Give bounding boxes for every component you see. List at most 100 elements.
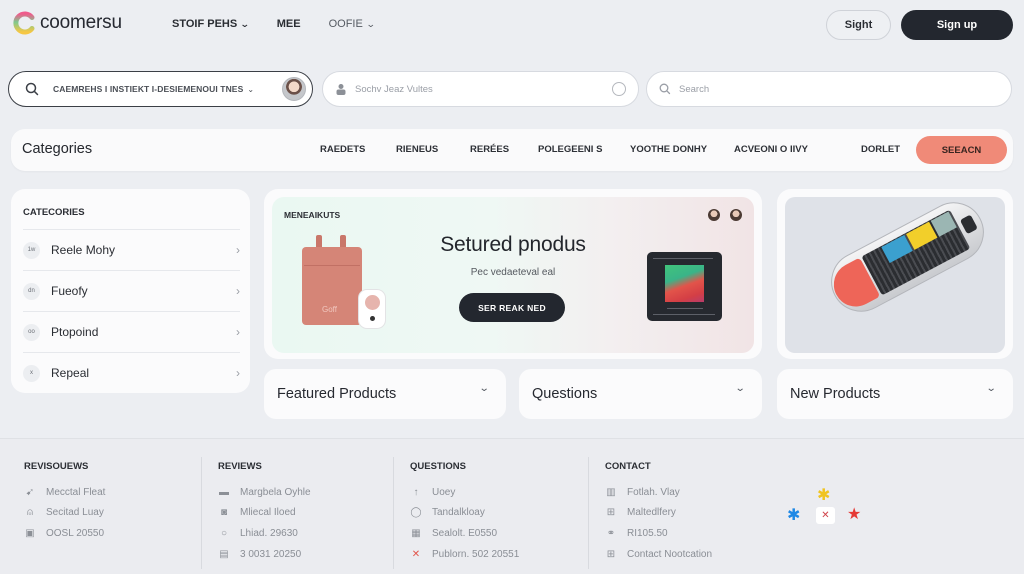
sidebar-item-label: Reele Mohy — [51, 243, 116, 257]
search-icon — [25, 82, 39, 96]
gadget-product-image[interactable] — [358, 289, 386, 329]
footer-link[interactable]: ▥ Fotlah. Vlay — [605, 487, 680, 498]
screen-line — [653, 258, 713, 259]
category-bar-title: Categories — [22, 141, 93, 157]
footer-link[interactable]: ➹ Mecctal Fleat — [24, 487, 106, 498]
sidebar-item[interactable]: dn Fueofy › — [23, 270, 240, 311]
grid-icon: ⊞ — [606, 549, 616, 560]
user-avatar[interactable] — [282, 77, 306, 101]
sight-button[interactable]: Sight — [826, 10, 891, 40]
hero-banner: MENEAIKUTS Goff Setured pnodus Pec vedae… — [272, 197, 754, 353]
category-link[interactable]: DORLET — [861, 144, 900, 155]
category-link[interactable]: POLEGEENI S — [538, 144, 602, 155]
product-card[interactable] — [777, 189, 1013, 359]
avatar[interactable] — [708, 209, 720, 221]
sign-up-button[interactable]: Sign up — [901, 10, 1013, 40]
footer-link[interactable]: ▤ 3 0031 20250 — [218, 549, 301, 560]
search-button[interactable]: SEEACN — [916, 136, 1007, 164]
hero-avatars — [708, 209, 742, 221]
footer-link-label: Fotlah. Vlay — [627, 487, 680, 498]
brand-logo[interactable]: coomersu — [13, 11, 122, 35]
yellow-star-icon[interactable]: ✱ — [817, 485, 830, 505]
footer-link[interactable]: ↑ Uoey — [410, 487, 456, 498]
footer: REVISOUEWS ➹ Mecctal Fleat ⍝ Secitad Lua… — [0, 438, 1024, 574]
nav-link-3[interactable]: OOFIE ⌄ — [328, 18, 376, 30]
screen-plot — [665, 265, 704, 302]
footer-link[interactable]: ⍝ Secitad Luay — [24, 507, 104, 518]
primary-search-value: CAEMREHS I INSTIEKT I-DESIEMENOUI TNES — [53, 84, 244, 94]
chevron-right-icon: › — [236, 325, 240, 339]
user-icon — [336, 84, 346, 95]
red-star-icon[interactable]: ★ — [847, 504, 861, 524]
card-icon: ▣ — [25, 528, 35, 539]
footer-link[interactable]: ▬ Margbela Oyhle — [218, 487, 311, 498]
bulb-icon: ○ — [220, 528, 228, 539]
category-link[interactable]: ACVEONI O IIVY — [734, 144, 808, 155]
avatar[interactable] — [730, 209, 742, 221]
footer-link[interactable]: ✕ Publorn. 502 20551 — [410, 549, 520, 560]
search-input[interactable]: Search — [646, 71, 1012, 107]
footer-link[interactable]: ◙ Mliecal Iloed — [218, 507, 296, 518]
device-illustration — [820, 197, 995, 323]
categories-sidebar: CATECORIES 1w Reele Mohy › dn Fueofy › o… — [11, 189, 250, 393]
footer-link-label: Maltedlfery — [627, 507, 676, 518]
footer-link[interactable]: ⊞ Contact Nootcation — [605, 549, 712, 560]
close-icon[interactable]: ✕ — [816, 507, 835, 524]
chevron-right-icon: › — [236, 366, 240, 380]
category-link[interactable]: YOOTHE DONHY — [630, 144, 707, 155]
nav-link-label: OOFIE — [328, 18, 363, 30]
new-products-dropdown[interactable]: New Products ⌄ — [777, 369, 1013, 419]
chevron-down-icon: ⌄ — [734, 383, 746, 394]
thumb-icon: ➹ — [25, 487, 35, 498]
nav-link-1[interactable]: STOIF PEHS ⌄ — [172, 18, 250, 30]
category-icon: oo — [23, 323, 40, 341]
chat-icon[interactable] — [612, 82, 626, 96]
chevron-down-icon: ⌄ — [365, 18, 376, 29]
category-link[interactable]: RERÉES — [470, 144, 509, 155]
primary-search-field[interactable]: CAEMREHS I INSTIEKT I-DESIEMENOUI TNES ⌄ — [8, 71, 313, 107]
footer-link[interactable]: ◯ Tandalkloay — [410, 507, 484, 518]
blue-star-icon[interactable]: ✱ — [787, 505, 800, 525]
sidebar-item[interactable]: oo Ptopoind › — [23, 311, 240, 352]
footer-link-label: Uoey — [432, 487, 456, 498]
chevron-right-icon: › — [236, 284, 240, 298]
person-icon: ⍝ — [27, 507, 33, 518]
chevron-down-icon[interactable]: ⌄ — [247, 85, 254, 94]
sidebar-item[interactable]: x Repeal › — [23, 352, 240, 393]
questions-dropdown[interactable]: Questions ⌄ — [519, 369, 762, 419]
footer-link[interactable]: ⚭ RI105.50 — [605, 528, 668, 539]
hero-cta-button[interactable]: SER REAK NED — [459, 293, 565, 322]
footer-link-label: OOSL 20550 — [46, 528, 105, 539]
hero-tag: MENEAIKUTS — [284, 210, 341, 220]
sidebar-item-label: Ptopoind — [51, 325, 99, 339]
footer-link[interactable]: ▦ Sealolt. E0550 — [410, 528, 497, 539]
chat-icon: ▬ — [219, 487, 229, 498]
chevron-down-icon: ⌄ — [985, 383, 997, 394]
product-image — [785, 197, 1005, 353]
secondary-search-field[interactable]: Sochv Jeaz Vultes — [322, 71, 639, 107]
calendar-icon: ▤ — [219, 549, 229, 560]
nav-link-2[interactable]: MEE — [277, 18, 301, 30]
tablet-product-image[interactable] — [647, 252, 722, 321]
footer-heading: REVISOUEWS — [24, 461, 89, 472]
category-icon: dn — [23, 282, 40, 300]
link-icon: ⚭ — [606, 528, 616, 539]
featured-products-dropdown[interactable]: Featured Products ⌄ — [264, 369, 506, 419]
footer-link-label: Publorn. 502 20551 — [432, 549, 520, 560]
nav-link-label: STOIF PEHS — [172, 18, 238, 30]
sidebar-title: CATECORIES — [23, 207, 85, 218]
sidebar-item[interactable]: 1w Reele Mohy › — [23, 229, 240, 270]
footer-link[interactable]: ▣ OOSL 20550 — [24, 528, 104, 539]
tile-label: New Products — [790, 386, 881, 402]
chevron-down-icon: ⌄ — [478, 383, 490, 394]
footer-heading: CONTACT — [605, 461, 651, 472]
footer-link[interactable]: ⊞ Maltedlfery — [605, 507, 676, 518]
category-link[interactable]: RAEDETS — [320, 144, 365, 155]
nav-link-label: MEE — [276, 18, 301, 30]
top-navigation: coomersu STOIF PEHS ⌄ MEE OOFIE ⌄ Sight … — [0, 0, 1024, 52]
footer-link[interactable]: ○ Lhiad. 29630 — [218, 528, 298, 539]
category-link[interactable]: RIENEUS — [396, 144, 438, 155]
footer-link-label: Secitad Luay — [46, 507, 104, 518]
footer-link-label: RI105.50 — [627, 528, 668, 539]
divider — [201, 457, 202, 569]
